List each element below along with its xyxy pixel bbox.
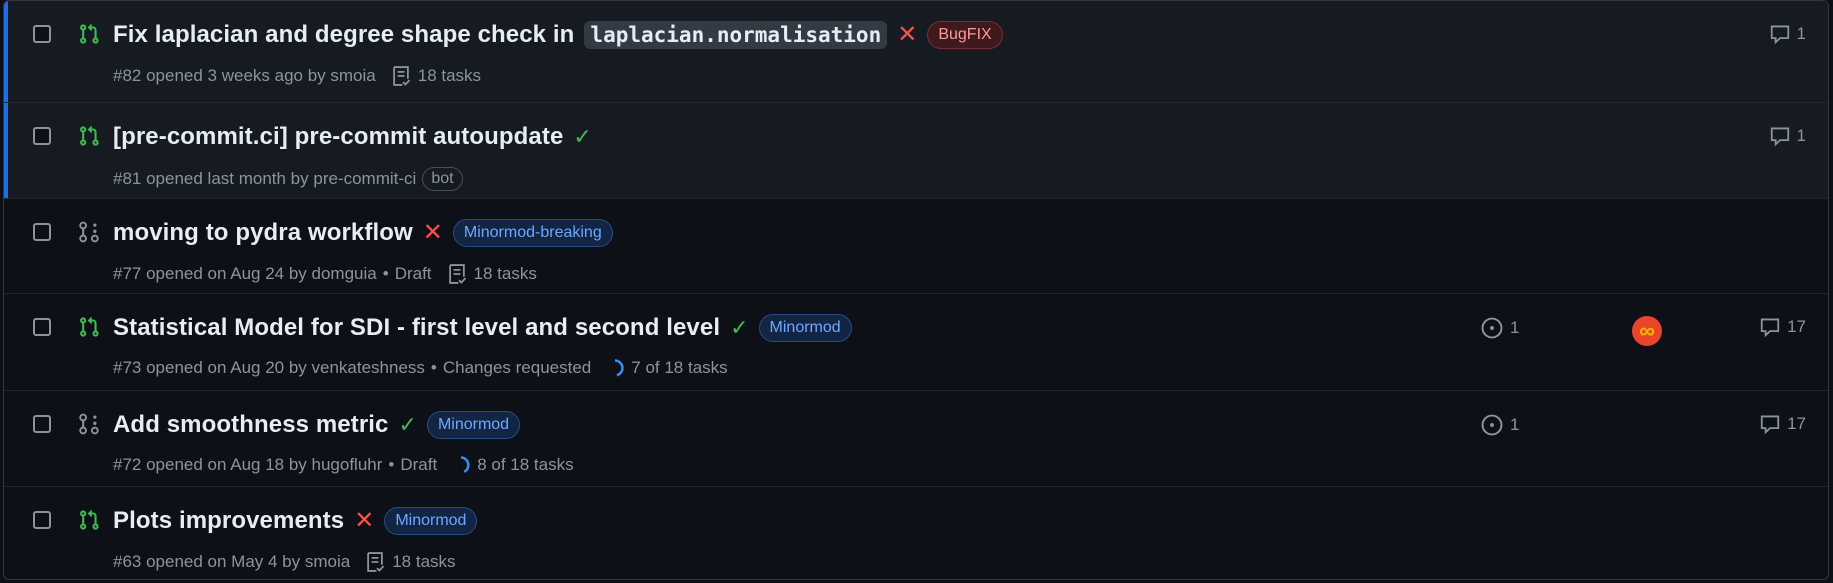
pr-meta: #81 opened last month by pre-commit-ci: [113, 169, 417, 188]
issue-opened-icon: [1481, 317, 1503, 339]
select-checkbox[interactable]: [33, 415, 51, 433]
list-item[interactable]: [pre-commit.ci] pre-commit autoupdate ✓ …: [4, 102, 1828, 198]
list-item[interactable]: Fix laplacian and degree shape check in …: [4, 1, 1828, 102]
pull-request-list: Fix laplacian and degree shape check in …: [3, 0, 1829, 580]
label-badge[interactable]: Minormod: [384, 507, 478, 535]
review-status: Changes requested: [442, 358, 592, 377]
task-progress-icon: [615, 359, 624, 377]
pr-title-link[interactable]: Statistical Model for SDI - first level …: [113, 314, 720, 342]
separator: •: [388, 455, 395, 474]
linked-issues-link[interactable]: 1: [1480, 316, 1519, 340]
tasklist-icon: [448, 264, 466, 284]
linked-issues-link[interactable]: 1: [1480, 413, 1519, 437]
pr-title-link[interactable]: [pre-commit.ci] pre-commit autoupdate: [113, 123, 563, 151]
tasklist-icon: [367, 552, 385, 572]
git-pull-request-icon: [80, 316, 99, 337]
tasklist-icon: [392, 66, 410, 86]
pr-meta: #63 opened on May 4 by smoia: [113, 552, 351, 571]
comments-link[interactable]: 17: [1759, 316, 1806, 338]
checks-passed-icon[interactable]: ✓: [730, 317, 748, 339]
checks-failed-icon[interactable]: ✕: [897, 23, 917, 47]
pr-meta: #72 opened on Aug 18 by hugofluhr: [113, 455, 383, 474]
comment-icon: [1770, 127, 1789, 147]
comments-link[interactable]: 17: [1759, 413, 1806, 435]
avatar[interactable]: ∞: [1632, 316, 1662, 346]
task-count: 8 of 18 tasks: [477, 455, 574, 474]
git-pull-request-draft-icon: [79, 221, 99, 243]
git-pull-request-icon: [80, 509, 99, 530]
draft-status: Draft: [394, 264, 432, 283]
separator: •: [382, 264, 389, 283]
checks-passed-icon[interactable]: ✓: [573, 126, 591, 148]
comment-icon: [1760, 415, 1780, 435]
list-item[interactable]: Plots improvements ✕ Minormod #63 opened…: [4, 486, 1828, 579]
task-count: 18 tasks: [417, 66, 482, 85]
separator: •: [430, 358, 437, 377]
task-count: 7 of 18 tasks: [631, 358, 728, 377]
select-checkbox[interactable]: [33, 223, 51, 241]
bot-badge: bot: [422, 167, 463, 191]
inline-code[interactable]: laplacian.normalisation: [584, 21, 888, 49]
comments-link[interactable]: 1: [1769, 125, 1806, 147]
comment-count: 17: [1787, 317, 1806, 336]
task-count: 18 tasks: [392, 552, 456, 571]
comment-count: 1: [1796, 24, 1806, 43]
pr-title-link[interactable]: moving to pydra workflow: [113, 219, 413, 247]
task-count: 18 tasks: [473, 264, 537, 283]
pr-meta: #82 opened 3 weeks ago by smoia: [113, 66, 376, 85]
checks-failed-icon[interactable]: ✕: [354, 509, 374, 533]
label-badge[interactable]: Minormod: [758, 314, 852, 342]
label-badge[interactable]: Minormod-breaking: [452, 219, 613, 247]
select-checkbox[interactable]: [33, 511, 51, 529]
draft-status: Draft: [400, 455, 438, 474]
issue-count: 1: [1510, 415, 1520, 434]
pr-meta: #73 opened on Aug 20 by venkateshness: [113, 358, 425, 377]
label-badge[interactable]: Minormod: [426, 411, 521, 439]
issue-count: 1: [1510, 318, 1520, 337]
git-pull-request-icon: [80, 125, 99, 146]
task-progress-icon: [461, 456, 470, 473]
pr-meta: #77 opened on Aug 24 by domguia: [113, 264, 377, 283]
select-checkbox[interactable]: [33, 127, 51, 145]
select-checkbox[interactable]: [33, 318, 51, 336]
comment-count: 1: [1796, 126, 1806, 145]
comment-icon: [1770, 25, 1789, 45]
git-pull-request-draft-icon: [79, 413, 99, 435]
list-item[interactable]: Add smoothness metric ✓ Minormod #72 ope…: [4, 390, 1828, 486]
issue-opened-icon: [1481, 414, 1503, 436]
pr-title-link[interactable]: Plots improvements: [113, 507, 344, 535]
checks-failed-icon[interactable]: ✕: [423, 221, 443, 245]
list-item[interactable]: Statistical Model for SDI - first level …: [4, 293, 1828, 390]
checks-passed-icon[interactable]: ✓: [399, 414, 417, 436]
comment-count: 17: [1787, 414, 1806, 433]
git-pull-request-icon: [80, 23, 99, 44]
comments-link[interactable]: 1: [1769, 23, 1806, 45]
select-checkbox[interactable]: [33, 25, 51, 43]
comment-icon: [1760, 318, 1780, 338]
list-item[interactable]: moving to pydra workflow ✕ Minormod-brea…: [4, 198, 1828, 293]
label-badge[interactable]: BugFIX: [927, 21, 1003, 49]
pr-title-link[interactable]: Fix laplacian and degree shape check in: [113, 21, 574, 49]
pr-title-link[interactable]: Add smoothness metric: [113, 411, 389, 439]
